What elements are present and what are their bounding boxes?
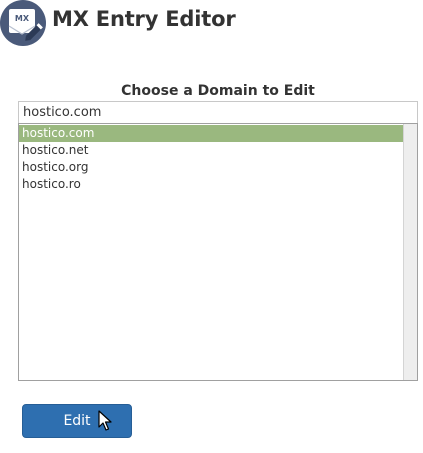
mail-edit-icon: MX (0, 0, 46, 46)
domain-picker-label: Choose a Domain to Edit (121, 83, 315, 99)
page-title: MX Entry Editor (52, 7, 236, 31)
list-item[interactable]: hostico.net (19, 142, 403, 159)
list-item[interactable]: hostico.org (19, 159, 403, 176)
mx-entry-editor-page: MX MX Entry Editor Choose a Domain to Ed… (0, 0, 423, 453)
domain-filter-input[interactable] (18, 101, 418, 123)
edit-button[interactable]: Edit (22, 404, 132, 438)
svg-text:MX: MX (15, 14, 30, 23)
listbox-scrollbar[interactable] (403, 124, 417, 380)
domain-listbox[interactable]: hostico.com hostico.net hostico.org host… (18, 123, 418, 381)
domain-list-items: hostico.com hostico.net hostico.org host… (19, 125, 403, 193)
list-item[interactable]: hostico.ro (19, 176, 403, 193)
list-item[interactable]: hostico.com (19, 125, 403, 142)
